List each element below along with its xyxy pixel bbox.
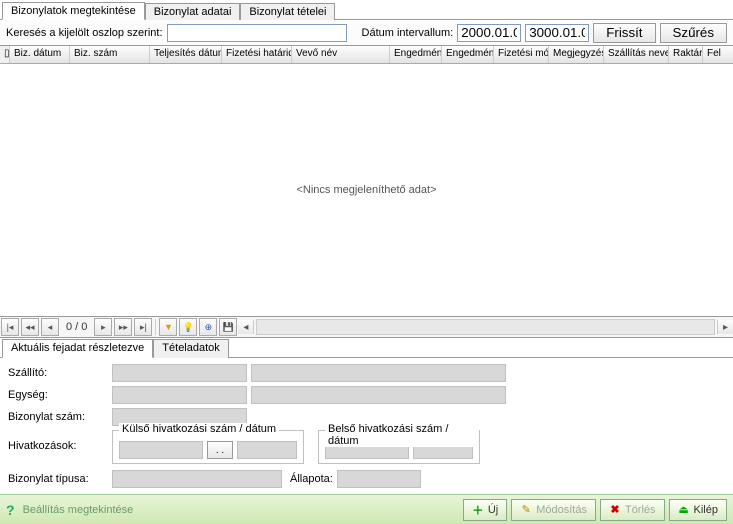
field-kulso-szam bbox=[119, 441, 203, 459]
footer-hint: Beállítás megtekintése bbox=[23, 504, 134, 516]
field-szallito-code bbox=[112, 364, 247, 382]
col-biz-datum[interactable]: Biz. dátum bbox=[10, 46, 70, 63]
search-input[interactable] bbox=[167, 24, 347, 42]
col-megj[interactable]: Megjegyzés bbox=[549, 46, 604, 63]
field-allapot bbox=[337, 470, 421, 488]
date-to-input[interactable] bbox=[525, 24, 589, 42]
tab-documents-view[interactable]: Bizonylatok megtekintése bbox=[2, 2, 145, 20]
grid-header: ▯ Biz. dátum Biz. szám Teljesítés dátum … bbox=[0, 46, 733, 64]
nav-globe-icon[interactable]: ⊕ bbox=[199, 318, 217, 336]
detail-panel: Szállító: Egység: Bizonylat szám: Hivatk… bbox=[0, 358, 733, 494]
search-label: Keresés a kijelölt oszlop szerint: bbox=[6, 27, 163, 39]
exit-icon: ⏏ bbox=[678, 504, 690, 516]
field-egyseg-name bbox=[251, 386, 506, 404]
nav-next-button[interactable]: ▸ bbox=[94, 318, 112, 336]
nav-bulb-icon[interactable]: 💡 bbox=[179, 318, 197, 336]
data-grid: ▯ Biz. dátum Biz. szám Teljesítés dátum … bbox=[0, 46, 733, 316]
nav-first-button[interactable]: |◂ bbox=[1, 318, 19, 336]
grid-empty-text: <Nincs megjeleníthető adat> bbox=[296, 184, 436, 196]
hscroll-left[interactable]: ◂ bbox=[238, 320, 254, 334]
label-szallito: Szállító: bbox=[8, 367, 108, 379]
label-hivatkozasok: Hivatkozások: bbox=[8, 430, 108, 452]
tab-item-data[interactable]: Tételadatok bbox=[153, 339, 228, 358]
legend-belso: Belső hivatkozási szám / dátum bbox=[325, 423, 479, 447]
bottom-tab-bar: Aktuális fejadat részletezve Tételadatok bbox=[0, 338, 733, 358]
label-allapot: Állapota: bbox=[290, 473, 333, 485]
delete-icon: ✖ bbox=[609, 504, 621, 516]
col-fiz-hatar[interactable]: Fizetési határidő bbox=[222, 46, 292, 63]
pencil-icon: ✎ bbox=[520, 504, 532, 516]
filter-button[interactable]: Szűrés bbox=[660, 23, 727, 43]
label-biz-szam: Bizonylat szám: bbox=[8, 411, 108, 423]
field-egyseg-code bbox=[112, 386, 247, 404]
nav-filter-icon[interactable]: ▼ bbox=[159, 318, 177, 336]
hscroll-right[interactable]: ▸ bbox=[717, 320, 733, 334]
grid-body[interactable]: <Nincs megjeleníthető adat> bbox=[0, 64, 733, 316]
field-biz-tipus bbox=[112, 470, 282, 488]
edit-button[interactable]: ✎Módosítás bbox=[511, 499, 596, 521]
col-szall-neve[interactable]: Szállítás neve bbox=[604, 46, 669, 63]
col-raktar[interactable]: Raktár bbox=[669, 46, 703, 63]
nav-last-button[interactable]: ▸| bbox=[134, 318, 152, 336]
date-from-input[interactable] bbox=[457, 24, 521, 42]
nav-prev-button[interactable]: ◂ bbox=[41, 318, 59, 336]
nav-prev-page-button[interactable]: ◂◂ bbox=[21, 318, 39, 336]
col-vevo-nev[interactable]: Vevő név bbox=[292, 46, 390, 63]
col-telj-datum[interactable]: Teljesítés dátum bbox=[150, 46, 222, 63]
nav-counter: 0 / 0 bbox=[60, 321, 93, 333]
kulso-lookup-button[interactable]: . . bbox=[207, 441, 233, 459]
tab-header-detail[interactable]: Aktuális fejadat részletezve bbox=[2, 339, 153, 358]
footer-bar: ? Beállítás megtekintése ＋Új ✎Módosítás … bbox=[0, 494, 733, 524]
legend-kulso: Külső hivatkozási szám / dátum bbox=[119, 423, 279, 435]
top-tab-bar: Bizonylatok megtekintése Bizonylat adata… bbox=[0, 0, 733, 20]
field-kulso-datum bbox=[237, 441, 297, 459]
col-engedmeny2[interactable]: Engedmény bbox=[442, 46, 494, 63]
field-szallito-name bbox=[251, 364, 506, 382]
hscroll-track[interactable] bbox=[256, 319, 715, 335]
label-biz-tipus: Bizonylat típusa: bbox=[8, 473, 108, 485]
col-fiz-mod[interactable]: Fizetési mód bbox=[494, 46, 549, 63]
help-icon[interactable]: ? bbox=[6, 502, 15, 518]
nav-save-icon[interactable]: 💾 bbox=[219, 318, 237, 336]
label-egyseg: Egység: bbox=[8, 389, 108, 401]
grid-row-indicator[interactable]: ▯ bbox=[0, 46, 10, 63]
nav-next-page-button[interactable]: ▸▸ bbox=[114, 318, 132, 336]
group-kulso-hiv: Külső hivatkozási szám / dátum . . bbox=[112, 430, 304, 464]
col-engedmeny1[interactable]: Engedmény bbox=[390, 46, 442, 63]
exit-button[interactable]: ⏏Kilép bbox=[669, 499, 727, 521]
search-bar: Keresés a kijelölt oszlop szerint: Dátum… bbox=[0, 20, 733, 46]
plus-icon: ＋ bbox=[472, 504, 484, 516]
date-interval-label: Dátum intervallum: bbox=[362, 27, 454, 39]
delete-button[interactable]: ✖Törlés bbox=[600, 499, 665, 521]
col-biz-szam[interactable]: Biz. szám bbox=[70, 46, 150, 63]
refresh-button[interactable]: Frissít bbox=[593, 23, 655, 43]
col-fel[interactable]: Fel bbox=[703, 46, 733, 63]
group-belso-hiv: Belső hivatkozási szám / dátum bbox=[318, 430, 480, 464]
tab-document-data[interactable]: Bizonylat adatai bbox=[145, 3, 241, 20]
tab-document-items[interactable]: Bizonylat tételei bbox=[240, 3, 335, 20]
new-button[interactable]: ＋Új bbox=[463, 499, 507, 521]
navigator-bar: |◂ ◂◂ ◂ 0 / 0 ▸ ▸▸ ▸| ▼ 💡 ⊕ 💾 ◂ ▸ bbox=[0, 316, 733, 338]
